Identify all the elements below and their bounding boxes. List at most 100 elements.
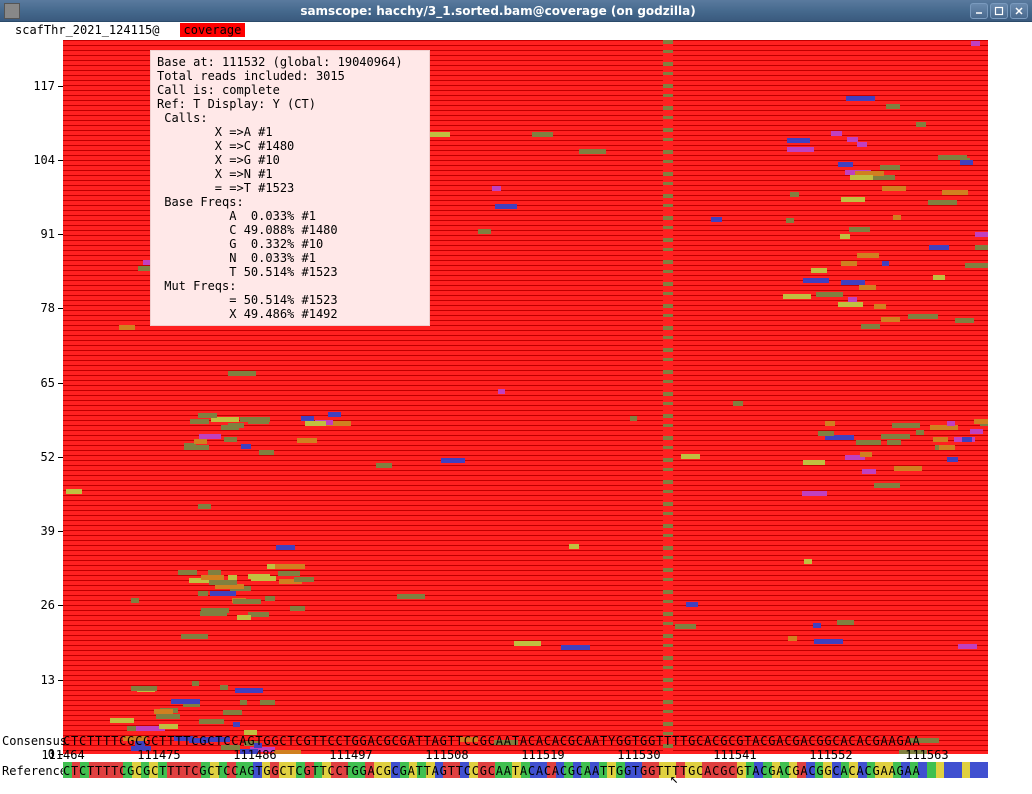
mismatch-cell <box>733 401 744 406</box>
mismatch-cell <box>630 416 637 421</box>
mismatch-cell <box>874 483 900 488</box>
mismatch-cell <box>294 577 314 582</box>
consensus-label: Consensus <box>2 734 67 748</box>
mismatch-cell <box>971 41 980 46</box>
maximize-button[interactable] <box>990 3 1008 19</box>
window-buttons <box>970 3 1028 19</box>
x-tick: 111475 <box>137 748 180 762</box>
close-button[interactable] <box>1010 3 1028 19</box>
y-tick: 52 <box>41 450 55 464</box>
mismatch-cell <box>831 131 842 136</box>
mismatch-cell <box>198 591 208 596</box>
mismatch-cell <box>882 186 906 191</box>
mismatch-cell <box>786 218 794 223</box>
mismatch-cell <box>201 608 230 613</box>
mismatch-cell <box>894 466 922 471</box>
mismatch-cell <box>514 641 540 646</box>
mismatch-cell <box>881 434 910 439</box>
mismatch-cell <box>975 232 988 237</box>
mismatch-cell <box>850 175 873 180</box>
mismatch-cell <box>228 371 256 376</box>
bottom-tracks: Consensus CTCTTTTCGCGCTTTTCGCTCCAGTGGCTC… <box>0 734 1032 794</box>
mismatch-cell <box>939 445 955 450</box>
mismatch-cell <box>861 324 880 329</box>
y-tick: 39 <box>41 524 55 538</box>
mismatch-cell <box>290 606 305 611</box>
mismatch-cell <box>498 389 505 394</box>
mismatch-cell <box>66 489 82 494</box>
y-tick: 91 <box>41 227 55 241</box>
reference-track[interactable]: CTCTTTTCGCGCTTTTCGCTCCAGTGGCTCGTTCCTGGAC… <box>63 764 988 778</box>
mismatch-cell <box>199 434 222 439</box>
mismatch-cell <box>248 612 269 617</box>
mismatch-column <box>663 40 673 754</box>
mismatch-cell <box>532 132 553 137</box>
mismatch-cell <box>916 122 926 127</box>
consensus-track[interactable]: CTCTTTTCGCGCTTTTCGCTCCAGTGGCTCGTTCCTGGAC… <box>63 734 988 748</box>
mismatch-cell <box>397 594 425 599</box>
mismatch-cell <box>181 634 207 639</box>
mismatch-cell <box>675 624 695 629</box>
y-tick: 65 <box>41 376 55 390</box>
y-tick: 13 <box>41 673 55 687</box>
mouse-cursor-icon: ↖ <box>670 771 678 787</box>
y-tick: 26 <box>41 598 55 612</box>
mismatch-cell <box>841 197 865 202</box>
mismatch-cell <box>965 263 988 268</box>
mismatch-cell <box>441 458 465 463</box>
mismatch-cell <box>962 437 972 442</box>
reference-label: Reference <box>2 764 67 778</box>
titlebar[interactable]: samscope: hacchy/3_1.sorted.bam@coverage… <box>0 0 1032 22</box>
mismatch-cell <box>813 623 821 628</box>
mismatch-cell <box>208 570 221 575</box>
mismatch-cell <box>681 454 699 459</box>
mismatch-cell <box>131 598 139 603</box>
mismatch-cell <box>240 700 247 705</box>
mismatch-cell <box>235 688 263 693</box>
mismatch-cell <box>841 261 857 266</box>
mismatch-cell <box>297 438 317 443</box>
mismatch-cell <box>846 96 875 101</box>
mismatch-cell <box>933 437 948 442</box>
mismatch-cell <box>916 430 924 435</box>
mismatch-cell <box>860 452 873 457</box>
mismatch-cell <box>947 421 955 426</box>
mismatch-cell <box>198 504 211 509</box>
content-area: scafThr_2021_124115@ coverage 0132639526… <box>0 22 1032 794</box>
mismatch-cell <box>194 439 207 444</box>
mismatch-cell <box>478 229 491 234</box>
mismatch-cell <box>569 544 580 549</box>
mismatch-cell <box>228 575 237 580</box>
mismatch-cell <box>838 162 853 167</box>
mismatch-cell <box>838 302 863 307</box>
x-tick: 111497 <box>329 748 372 762</box>
mismatch-cell <box>804 559 811 564</box>
mismatch-cell <box>837 620 854 625</box>
scaffold-label: scafThr_2021_124115@ <box>15 23 160 37</box>
mismatch-cell <box>110 718 134 723</box>
header-strip: scafThr_2021_124115@ coverage <box>0 22 1032 38</box>
x-tick: 111486 <box>233 748 276 762</box>
mismatch-cell <box>849 227 870 232</box>
mismatch-cell <box>893 215 901 220</box>
mismatch-cell <box>233 599 261 604</box>
x-tick: 111563 <box>905 748 948 762</box>
mismatch-cell <box>882 261 890 266</box>
mismatch-cell <box>237 615 251 620</box>
mismatch-cell <box>857 253 879 258</box>
mismatch-cell <box>199 719 224 724</box>
mismatch-cell <box>908 314 938 319</box>
y-tick: 78 <box>41 301 55 315</box>
y-tick: 104 <box>33 153 55 167</box>
x-tick: 111541 <box>713 748 756 762</box>
mismatch-cell <box>686 602 698 607</box>
mismatch-cell <box>201 575 225 580</box>
minimize-button[interactable] <box>970 3 988 19</box>
mismatch-cell <box>211 417 239 422</box>
x-tick: 111508 <box>425 748 468 762</box>
mismatch-cell <box>248 419 268 424</box>
x-tick: 111530 <box>617 748 660 762</box>
mismatch-cell <box>881 317 899 322</box>
coverage-tag[interactable]: coverage <box>180 23 246 37</box>
mismatch-cell <box>818 431 834 436</box>
